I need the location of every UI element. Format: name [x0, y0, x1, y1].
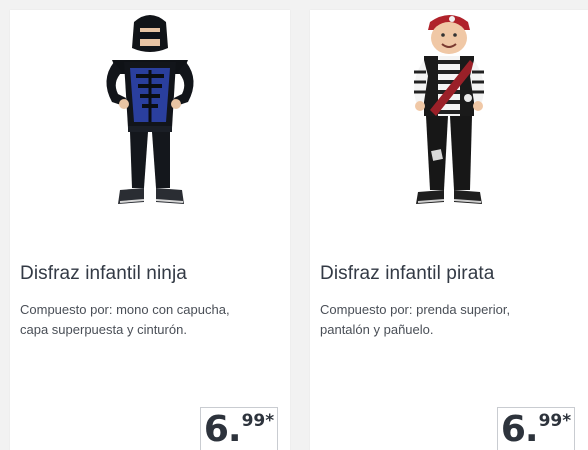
product-card-ninja[interactable]: Disfraz infantil ninja Compuesto por: mo… — [10, 10, 290, 450]
product-image-pirate[interactable] — [310, 10, 588, 240]
pirate-costume-icon — [414, 15, 484, 204]
product-title[interactable]: Disfraz infantil pirata — [320, 263, 494, 285]
price-integer: 6. — [203, 409, 242, 450]
product-title[interactable]: Disfraz infantil ninja — [20, 263, 187, 285]
price-badge: 6. 99* — [497, 407, 575, 450]
price-decimal: 99* — [538, 411, 572, 431]
product-description: Compuesto por: prenda superior, pantalón… — [320, 302, 511, 337]
price-integer: 6. — [500, 409, 539, 450]
product-description: Compuesto por: mono con capucha, capa su… — [20, 302, 230, 337]
product-grid: Disfraz infantil ninja Compuesto por: mo… — [0, 0, 588, 450]
ninja-costume-icon — [106, 15, 194, 204]
price-badge: 6. 99* — [200, 407, 278, 450]
product-image-ninja[interactable] — [10, 10, 290, 240]
price-decimal: 99* — [241, 411, 275, 431]
product-card-pirate[interactable]: Disfraz infantil pirata Compuesto por: p… — [310, 10, 588, 450]
